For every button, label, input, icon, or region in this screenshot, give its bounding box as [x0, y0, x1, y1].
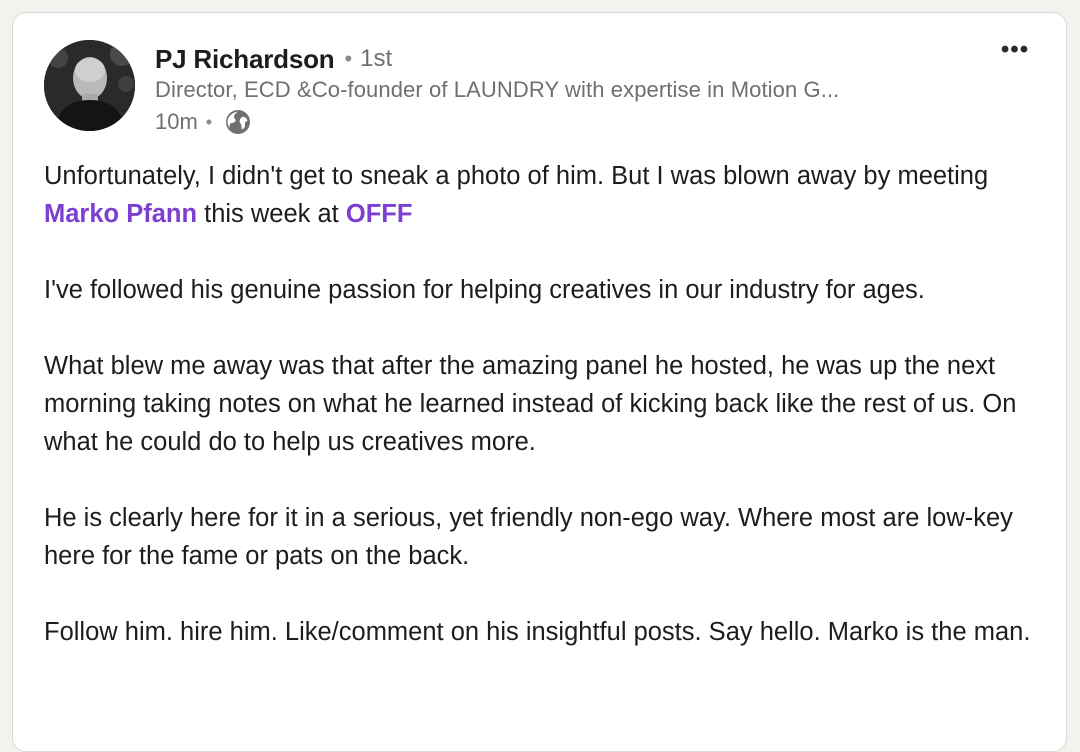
more-horizontal-icon: •••: [1000, 36, 1030, 63]
author-headline: Director, ECD &Co-founder of LAUNDRY wit…: [155, 77, 840, 102]
author-avatar[interactable]: [44, 40, 135, 131]
post-card: PJ Richardson • 1st Director, ECD &Co-fo…: [12, 12, 1067, 752]
post-paragraph: He is clearly here for it in a serious, …: [44, 504, 1013, 570]
post-paragraph: Follow him. hire him. Like/comment on hi…: [44, 618, 1031, 646]
post-text: Unfortunately, I didn't get to sneak a p…: [44, 157, 1034, 689]
connection-degree: 1st: [360, 45, 393, 72]
post-paragraph: Unfortunately, I didn't get to sneak a p…: [44, 157, 1034, 233]
mention-link[interactable]: OFFF: [346, 200, 413, 228]
author-name[interactable]: PJ Richardson: [155, 44, 335, 75]
globe-icon: [224, 108, 252, 136]
post-options-button[interactable]: •••: [995, 35, 1035, 65]
post-time: 10m: [155, 109, 198, 134]
separator-dot: •: [344, 46, 353, 71]
author-name-row: PJ Richardson • 1st: [155, 43, 392, 75]
post-paragraph: What blew me away was that after the ama…: [44, 352, 1017, 456]
paragraph-text: this week at: [197, 200, 346, 228]
separator-dot: •: [205, 111, 213, 132]
post-meta: 10m •: [155, 107, 252, 137]
post-paragraph: I've followed his genuine passion for he…: [44, 276, 925, 304]
paragraph-text: Unfortunately, I didn't get to sneak a p…: [44, 162, 989, 190]
avatar-photo: [44, 40, 135, 131]
mention-link[interactable]: Marko Pfann: [44, 200, 197, 228]
